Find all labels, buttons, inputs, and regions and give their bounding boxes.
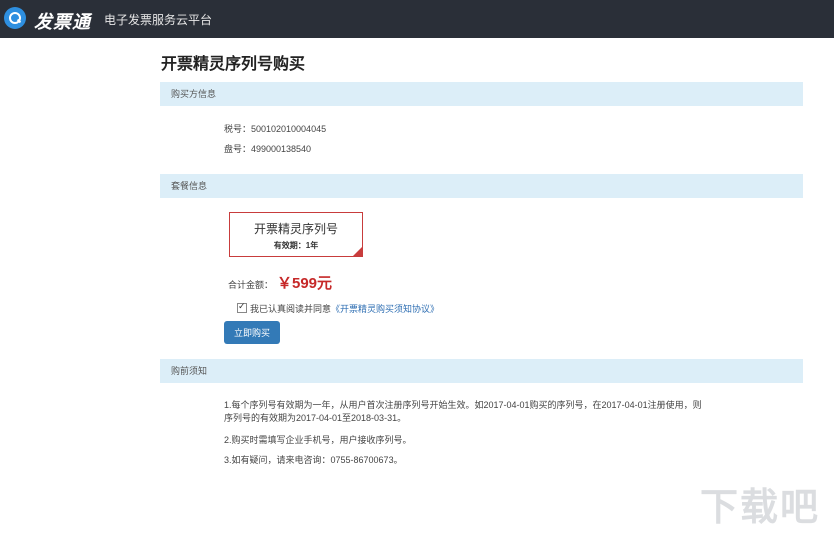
platform-name: 电子发票服务云平台 xyxy=(104,13,213,27)
selected-corner-check-icon xyxy=(353,247,362,256)
agreement-link[interactable]: 《开票精灵购买须知协议》 xyxy=(331,304,439,314)
purchase-notice-section-header: 购前须知 xyxy=(160,359,803,383)
logo-icon[interactable] xyxy=(4,7,26,29)
package-option-card[interactable]: 开票精灵序列号 有效期：1年 xyxy=(229,212,363,257)
notice-line-3: 3.如有疑问，请来电咨询：0755-86700673。 xyxy=(224,455,403,465)
notice-line-1-cont: 序列号的有效期为2017-04-01至2018-03-31。 xyxy=(224,413,407,423)
logo-text[interactable]: 发票通 xyxy=(34,8,91,34)
buy-now-button[interactable]: 立即购买 xyxy=(224,321,280,344)
top-navigation-bar: 发票通 电子发票服务云平台 xyxy=(0,0,834,38)
notice-line-2: 2.购买时需填写企业手机号，用户接收序列号。 xyxy=(224,435,412,445)
disk-number: 盘号：499000138540 xyxy=(224,144,312,154)
page-title: 开票精灵序列号购买 xyxy=(161,56,306,73)
watermark-logo: 下载吧 xyxy=(700,487,821,529)
package-name: 开票精灵序列号 xyxy=(253,222,338,236)
total-amount-value: ￥599元 xyxy=(277,275,333,292)
agreement-checkbox[interactable] xyxy=(237,301,247,313)
total-amount-label: 合计金额： xyxy=(228,280,274,290)
package-validity: 有效期：1年 xyxy=(273,241,319,250)
tax-number: 税号：500102010004045 xyxy=(224,124,327,134)
package-info-section-header: 套餐信息 xyxy=(160,174,803,198)
buyer-info-section-header: 购买方信息 xyxy=(160,82,803,106)
agreement-row: 我已认真阅读并同意《开票精灵购买须知协议》 xyxy=(237,301,439,315)
agreement-text: 我已认真阅读并同意 xyxy=(250,304,332,314)
notice-line-1: 1.每个序列号有效期为一年，从用户首次注册序列号开始生效。如2017-04-01… xyxy=(224,400,702,410)
